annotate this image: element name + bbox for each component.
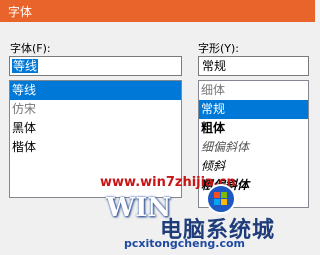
watermark-site: pcxitongcheng.com: [124, 237, 246, 250]
title-bar: 字体: [0, 0, 315, 22]
style-input-value: 常规: [202, 59, 227, 73]
windows-logo-icon: [206, 184, 236, 214]
font-list-item[interactable]: 仿宋: [10, 100, 181, 119]
style-list-item[interactable]: 常规: [199, 100, 308, 119]
font-input-value: 等线: [12, 59, 39, 73]
style-list-item[interactable]: 细体: [199, 81, 308, 100]
font-input[interactable]: 等线: [9, 56, 182, 76]
style-list-item[interactable]: 倾斜: [199, 157, 308, 176]
font-list-item[interactable]: 等线: [10, 81, 181, 100]
style-list-item[interactable]: 粗体: [199, 119, 308, 138]
style-label: 字形(Y):: [198, 42, 240, 55]
style-input[interactable]: 常规: [198, 56, 309, 76]
font-list-item[interactable]: 黑体: [10, 119, 181, 138]
font-list-item[interactable]: 楷体: [10, 138, 181, 157]
dialog-title: 字体: [8, 5, 33, 19]
style-list-item[interactable]: 细偏斜体: [199, 138, 308, 157]
font-label: 字体(F):: [10, 42, 51, 55]
